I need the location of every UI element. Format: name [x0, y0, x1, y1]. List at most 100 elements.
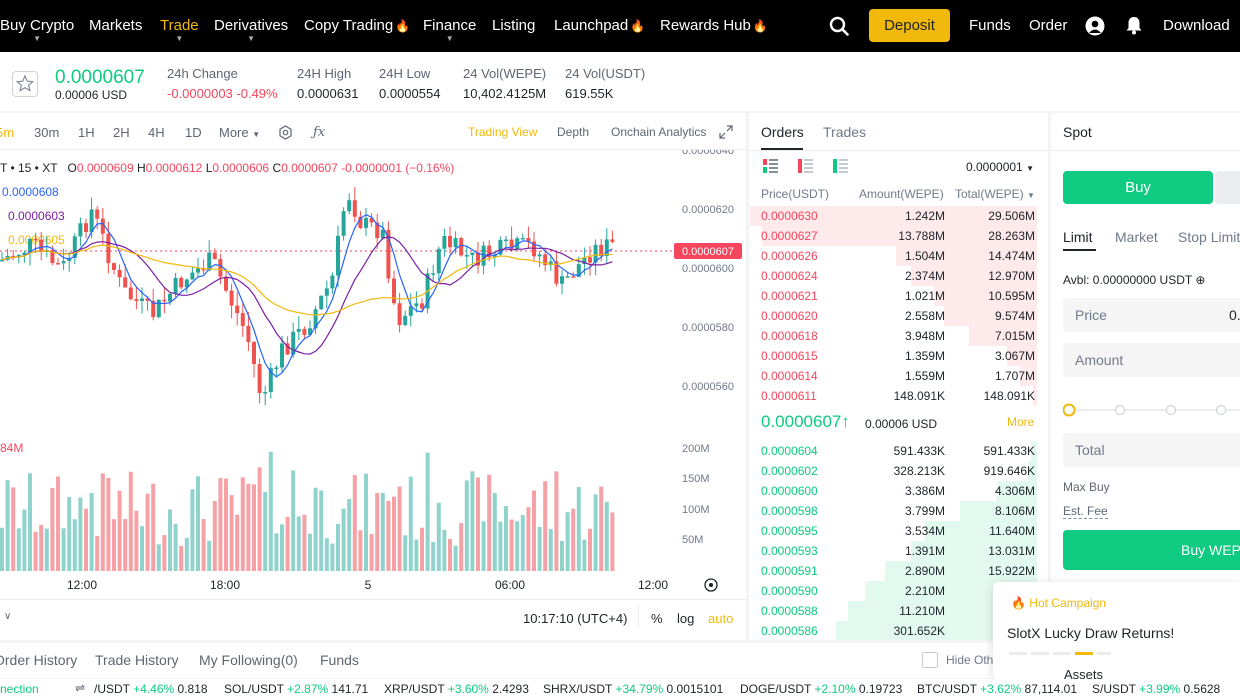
- settings-icon[interactable]: [278, 125, 293, 140]
- ask-row[interactable]: 0.0000618 3.948M 7.015M: [749, 326, 1048, 346]
- tab-funds[interactable]: Funds: [320, 652, 359, 668]
- ask-row[interactable]: 0.0000624 2.374M 12.970M: [749, 266, 1048, 286]
- bid-row[interactable]: 0.0000600 3.386M 4.306M: [749, 481, 1048, 501]
- bid-row[interactable]: 0.0000595 3.534M 11.640M: [749, 521, 1048, 541]
- ask-row[interactable]: 0.0000621 1.021M 10.595M: [749, 286, 1048, 306]
- marquee-ticker[interactable]: BTC/USDT +3.62% 87,114.01: [917, 682, 1077, 696]
- tf-2h[interactable]: 2H: [113, 125, 130, 140]
- tf-1d[interactable]: 1D: [185, 125, 202, 140]
- order-type-limit[interactable]: Limit: [1063, 229, 1093, 245]
- nav-order[interactable]: Order: [1029, 17, 1067, 34]
- marquee-ticker[interactable]: XRP/USDT +3.60% 2.4293: [384, 682, 529, 696]
- ask-row[interactable]: 0.0000614 1.559M 1.707M: [749, 366, 1048, 386]
- ask-total: 9.574M: [994, 309, 1035, 323]
- order-type-stop-limit[interactable]: Stop Limit: [1178, 229, 1240, 245]
- nav-rewards-hub[interactable]: Rewards Hub 🔥: [660, 17, 768, 34]
- buy-tab[interactable]: Buy: [1063, 171, 1213, 204]
- ask-row[interactable]: 0.0000620 2.558M 9.574M: [749, 306, 1048, 326]
- view-trading-view[interactable]: Trading View: [468, 125, 537, 139]
- marquee-menu-icon[interactable]: ⇌: [75, 681, 85, 695]
- marquee-ticker[interactable]: DOGE/USDT +2.10% 0.19723: [740, 682, 902, 696]
- tab-trades[interactable]: Trades: [823, 124, 866, 140]
- favorite-star-icon[interactable]: [12, 71, 38, 97]
- precision-select[interactable]: 0.0000001 ▼: [966, 160, 1034, 174]
- view-depth[interactable]: Depth: [557, 125, 589, 139]
- tab-trade-history[interactable]: Trade History: [95, 652, 179, 668]
- ob-more-link[interactable]: More: [1007, 415, 1034, 429]
- marquee-price: 87,114.01: [1024, 682, 1078, 696]
- percent-slider[interactable]: [1063, 402, 1240, 418]
- candle-up: [173, 277, 178, 294]
- nav-download[interactable]: Download: [1163, 17, 1230, 34]
- ask-row[interactable]: 0.0000611 148.091K 148.091K: [749, 386, 1048, 406]
- search-icon[interactable]: [829, 16, 849, 36]
- carousel-dot[interactable]: [1097, 652, 1111, 655]
- volume-bar-down: [162, 535, 167, 571]
- bid-row[interactable]: 0.0000602 328.213K 919.646K: [749, 461, 1048, 481]
- hide-other-checkbox[interactable]: [922, 652, 938, 668]
- est-fee-label[interactable]: Est. Fee: [1063, 504, 1108, 519]
- layout-both-icon[interactable]: [763, 159, 778, 173]
- settings-icon-center: [709, 583, 713, 587]
- volume-bar-down: [285, 516, 290, 571]
- toggle-percent[interactable]: %: [651, 611, 663, 626]
- tf-30m[interactable]: 30m: [34, 125, 59, 140]
- bid-row[interactable]: 0.0000598 3.799M 8.106M: [749, 501, 1048, 521]
- deposit-button[interactable]: Deposit: [869, 9, 950, 42]
- tf-5m[interactable]: 5m: [0, 125, 14, 140]
- tab-my-following[interactable]: My Following(0): [199, 652, 298, 668]
- add-funds-icon[interactable]: ⊕: [1195, 273, 1205, 287]
- chevron-down-icon[interactable]: ∨: [4, 611, 11, 622]
- tf-4h[interactable]: 4H: [148, 125, 165, 140]
- nav-funds[interactable]: Funds: [969, 17, 1011, 34]
- expand-icon[interactable]: [719, 125, 733, 139]
- fx-icon[interactable]: ƒx: [313, 125, 325, 140]
- total-input[interactable]: Total: [1063, 433, 1240, 467]
- amount-input[interactable]: Amount: [1063, 343, 1240, 377]
- tf-more[interactable]: More ▼: [219, 125, 260, 140]
- ask-row[interactable]: 0.0000626 1.504M 14.474M: [749, 246, 1048, 266]
- carousel-dot-active[interactable]: [1075, 652, 1093, 655]
- carousel-dot[interactable]: [1031, 652, 1049, 655]
- nav-buy-crypto[interactable]: Buy Crypto ▼: [0, 17, 74, 43]
- bid-row[interactable]: 0.0000593 1.391M 13.031M: [749, 541, 1048, 561]
- marquee-ticker[interactable]: SHRX/USDT +34.79% 0.0015101: [543, 682, 723, 696]
- marquee-ticker[interactable]: SOL/USDT +2.87% 141.71: [224, 682, 368, 696]
- bid-row[interactable]: 0.0000604 591.433K 591.433K: [749, 441, 1048, 461]
- buy-submit-button[interactable]: Buy WEPE: [1063, 530, 1240, 570]
- tab-order-history[interactable]: Order History: [0, 652, 77, 668]
- sell-tab[interactable]: [1215, 171, 1240, 204]
- marquee-ticker[interactable]: /USDT +4.46% 0.818: [94, 682, 208, 696]
- layout-bids-icon[interactable]: [833, 159, 848, 173]
- tf-1h[interactable]: 1H: [78, 125, 95, 140]
- candlestick-chart[interactable]: 0.0000640 0.0000620 0.0000600 0.0000580 0.00…: [0, 150, 746, 600]
- nav-copy-trading[interactable]: Copy Trading 🔥: [304, 17, 410, 34]
- ask-row[interactable]: 0.0000630 1.242M 29.506M: [749, 206, 1048, 226]
- nav-markets[interactable]: Markets: [89, 17, 142, 34]
- carousel-dot[interactable]: [1009, 652, 1027, 655]
- price-input[interactable]: Price0.00: [1063, 298, 1240, 332]
- candle-up: [453, 238, 458, 248]
- user-icon[interactable]: [1085, 16, 1105, 36]
- nav-derivatives[interactable]: Derivatives ▼: [214, 17, 288, 43]
- ask-row[interactable]: 0.0000615 1.359M 3.067M: [749, 346, 1048, 366]
- toggle-auto[interactable]: auto: [708, 611, 733, 626]
- nav-launchpad[interactable]: Launchpad 🔥: [554, 17, 645, 34]
- view-onchain[interactable]: Onchain Analytics: [611, 125, 706, 139]
- toggle-log[interactable]: log: [677, 611, 694, 626]
- order-type-market[interactable]: Market: [1115, 229, 1158, 245]
- nav-trade[interactable]: Trade ▼: [160, 17, 199, 43]
- nav-finance[interactable]: Finance ▼: [423, 17, 476, 43]
- layout-asks-icon[interactable]: [798, 159, 813, 173]
- bid-row[interactable]: 0.0000591 2.890M 15.922M: [749, 561, 1048, 581]
- tab-orders[interactable]: Orders: [761, 124, 804, 140]
- volume-bar-down: [240, 477, 245, 571]
- nav-listing[interactable]: Listing: [492, 17, 535, 34]
- stat-24h-vol-base: 10,402.4125M: [463, 86, 547, 101]
- campaign-popup[interactable]: 🔥 Hot Campaign SlotX Lucky Draw Returns!…: [993, 582, 1240, 682]
- carousel-dot[interactable]: [1053, 652, 1071, 655]
- marquee-ticker[interactable]: S/USDT +3.99% 0.5628: [1092, 682, 1220, 696]
- bell-icon[interactable]: [1125, 15, 1143, 35]
- candle-down: [588, 257, 592, 263]
- ask-row[interactable]: 0.0000627 13.788M 28.263M: [749, 226, 1048, 246]
